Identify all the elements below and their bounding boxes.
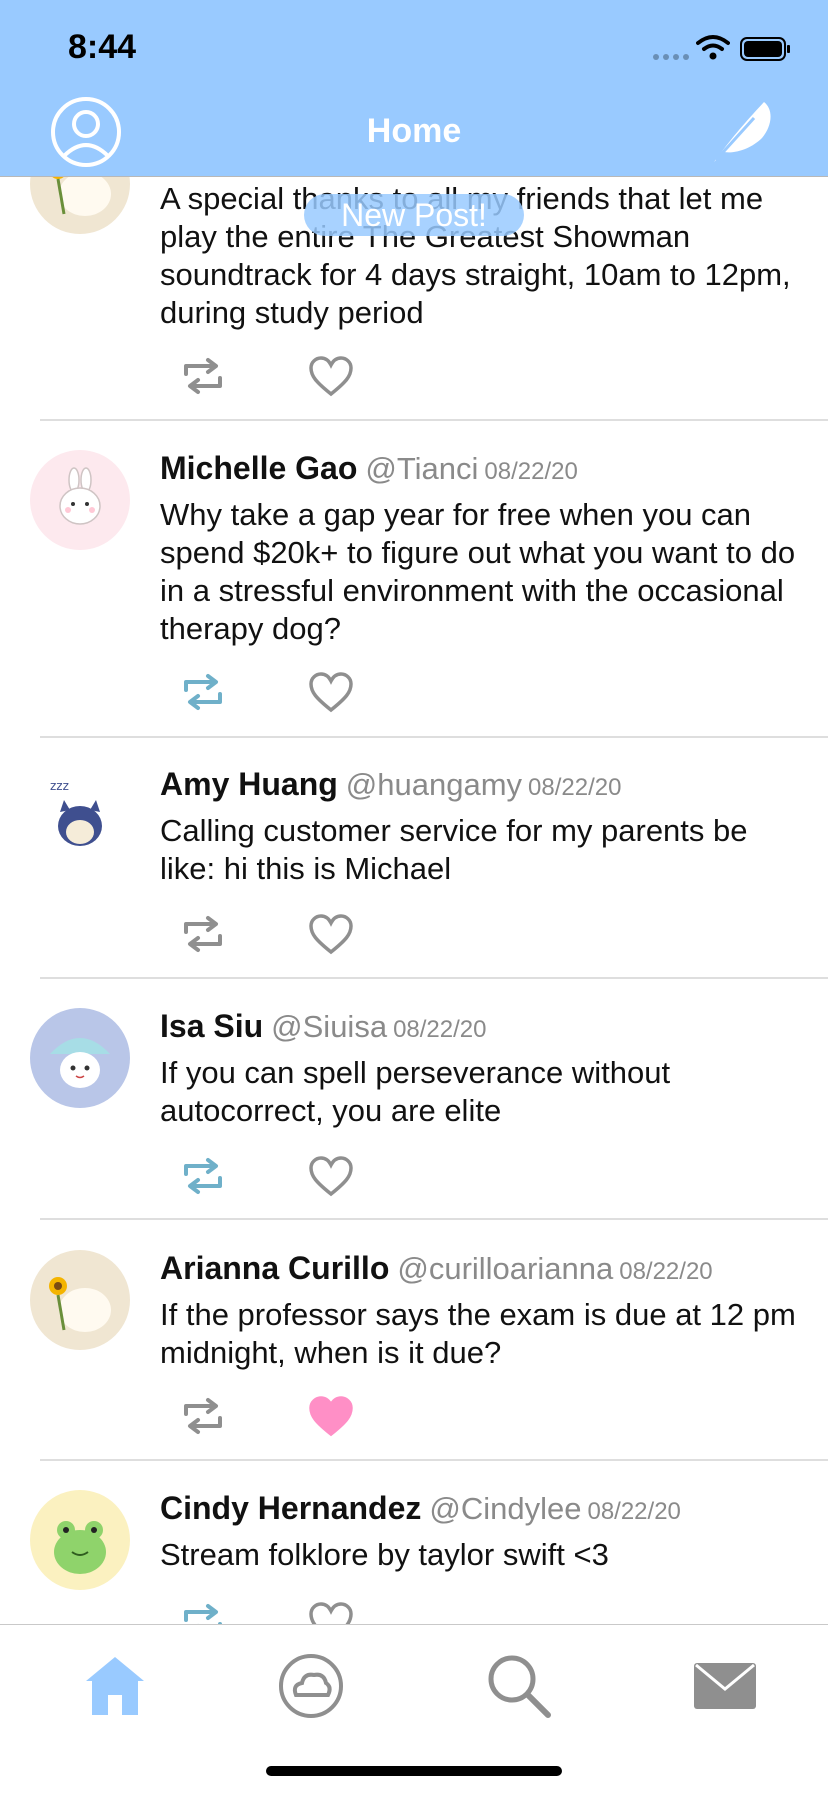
author-name[interactable]: Isa Siu — [160, 1008, 263, 1044]
author-handle[interactable]: @Tianci — [365, 451, 478, 486]
author-handle[interactable]: @Siuisa — [271, 1009, 387, 1044]
new-post-banner[interactable]: New Post! — [304, 194, 524, 236]
heart-icon[interactable] — [306, 1600, 356, 1624]
svg-text:zzz: zzz — [50, 779, 69, 793]
post-date: 08/22/20 — [619, 1258, 713, 1285]
retweet-icon[interactable] — [178, 1394, 228, 1438]
search-icon[interactable] — [484, 1651, 554, 1721]
post-header: Michelle Gao @Tianci 08/22/20 — [160, 450, 578, 487]
divider — [40, 1459, 828, 1461]
author-handle[interactable]: @Cindylee — [429, 1491, 581, 1526]
post-text: Calling customer service for my parents … — [160, 813, 748, 886]
post-date: 08/22/20 — [528, 774, 622, 801]
status-time: 8:44 — [68, 28, 137, 66]
post-header: Amy Huang @huangamy 08/22/20 — [160, 766, 621, 803]
author-handle[interactable]: @curilloarianna — [397, 1251, 613, 1286]
author-name[interactable]: Michelle Gao — [160, 450, 357, 486]
heart-icon[interactable] — [306, 1154, 356, 1198]
mail-icon[interactable] — [690, 1651, 760, 1721]
avatar[interactable] — [30, 450, 130, 550]
mushroom-creature-avatar-icon — [50, 1038, 110, 1088]
cloud-icon[interactable] — [276, 1651, 346, 1721]
navigation-bar: 8:44 Home — [0, 0, 828, 177]
author-handle[interactable]: @huangamy — [346, 767, 522, 802]
avatar[interactable] — [30, 1008, 130, 1108]
divider — [40, 977, 828, 979]
divider — [40, 1218, 828, 1220]
bunny-sunflower-avatar-icon — [49, 1277, 111, 1332]
post-date: 08/22/20 — [484, 458, 578, 485]
author-name[interactable]: Cindy Hernandez — [160, 1490, 421, 1526]
mochi-bunny-avatar-icon — [59, 467, 101, 525]
home-icon[interactable] — [80, 1651, 150, 1721]
page-title: Home — [366, 112, 462, 150]
post-date: 08/22/20 — [587, 1498, 681, 1525]
post-text: If the professor says the exam is due at… — [160, 1297, 796, 1370]
sleepy-cat-avatar-icon: zzz — [50, 779, 102, 846]
author-name[interactable]: Amy Huang — [160, 766, 338, 802]
retweet-icon[interactable] — [178, 1600, 228, 1624]
heart-icon[interactable] — [306, 354, 356, 398]
post-header: Cindy Hernandez @Cindylee 08/22/20 — [160, 1490, 681, 1527]
author-name[interactable]: Arianna Curillo — [160, 1250, 389, 1286]
post-header: Isa Siu @Siuisa 08/22/20 — [160, 1008, 486, 1045]
divider — [40, 736, 828, 738]
avatar[interactable] — [30, 1250, 130, 1350]
battery-icon — [740, 37, 790, 61]
retweet-icon[interactable] — [178, 670, 228, 714]
retweet-icon[interactable] — [178, 354, 228, 398]
avatar[interactable]: zzz — [30, 766, 130, 866]
tab-bar — [0, 1624, 828, 1793]
retweet-icon[interactable] — [178, 1154, 228, 1198]
divider — [40, 419, 828, 421]
frog-avatar-icon — [54, 1521, 106, 1574]
post-text: Stream folklore by taylor swift <3 — [160, 1537, 609, 1572]
home-feed[interactable]: A special thanks to all my friends that … — [0, 0, 828, 1624]
compose-feather-icon[interactable] — [706, 96, 778, 168]
heart-icon[interactable] — [306, 670, 356, 714]
heart-icon[interactable] — [306, 912, 356, 956]
post-text: If you can spell perseverance without au… — [160, 1055, 671, 1128]
retweet-icon[interactable] — [178, 912, 228, 956]
avatar[interactable] — [30, 1490, 130, 1590]
post-text: Why take a gap year for free when you ca… — [160, 497, 796, 646]
post-date: 08/22/20 — [393, 1016, 487, 1043]
profile-icon[interactable] — [50, 96, 122, 168]
wifi-icon — [696, 35, 730, 60]
post-header: Arianna Curillo @curilloarianna 08/22/20 — [160, 1250, 713, 1287]
heart-filled-icon[interactable] — [306, 1394, 356, 1438]
cellular-signal-icon — [653, 54, 689, 60]
home-indicator[interactable] — [266, 1766, 562, 1776]
